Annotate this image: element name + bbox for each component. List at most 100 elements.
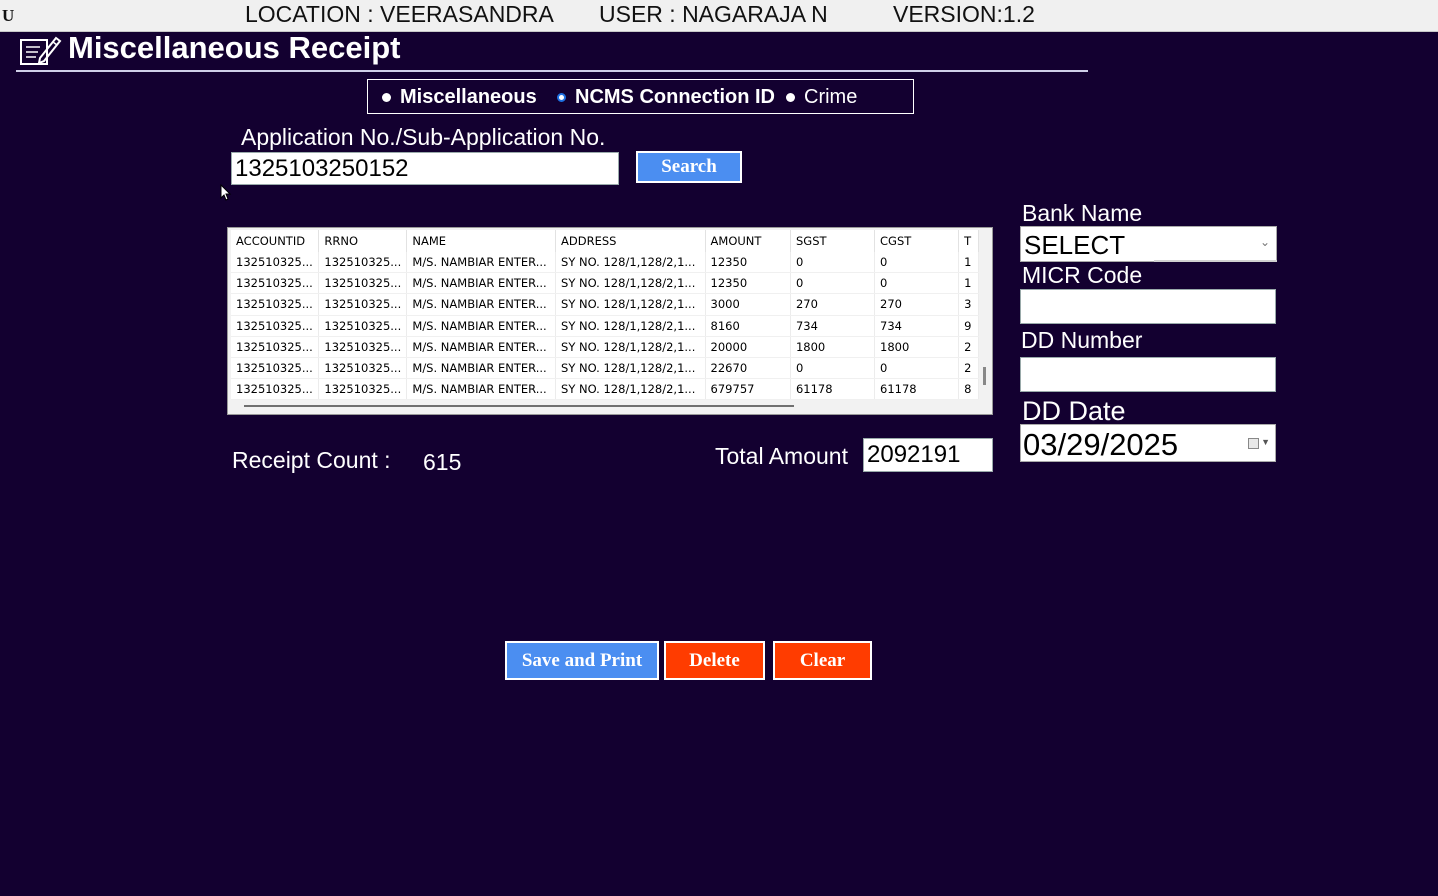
version-info: VERSION:1.2 [893,1,1035,27]
dd-number-label: DD Number [1021,327,1143,353]
table-cell: 8 [958,378,979,400]
delete-button[interactable]: Delete [664,641,765,680]
column-header[interactable]: ADDRESS [555,230,706,252]
table-cell: 1800 [790,336,876,358]
grid-header-row: ACCOUNTID RRNO NAME ADDRESS AMOUNT SGST … [231,230,979,252]
table-cell: 0 [790,357,876,380]
table-cell: 20000 [705,336,791,358]
table-cell: 132510325... [231,293,320,316]
table-cell: 132510325... [231,357,320,380]
radio-dot-icon [786,93,795,102]
table-cell: 132510325... [318,336,408,358]
save-and-print-button[interactable]: Save and Print [505,641,659,680]
table-cell: 132510325... [318,293,408,316]
grid-viewport: ACCOUNTID RRNO NAME ADDRESS AMOUNT SGST … [231,230,979,400]
column-header[interactable]: T [958,230,979,252]
micr-code-input[interactable] [1020,289,1276,324]
table-cell: 61178 [790,378,876,400]
table-cell: 132510325... [318,357,408,380]
column-header[interactable]: CGST [874,230,960,252]
receipt-data-grid[interactable]: ACCOUNTID RRNO NAME ADDRESS AMOUNT SGST … [227,227,993,415]
table-cell: 132510325... [231,272,320,295]
table-cell: 0 [874,272,960,295]
micr-code-label: MICR Code [1022,262,1143,288]
table-cell: 132510325... [231,252,320,274]
page-header: Miscellaneous Receipt [16,30,1088,72]
radio-crime[interactable]: Crime [786,86,857,109]
radio-label: NCMS Connection ID [575,86,775,108]
table-cell: M/S. NAMBIAR ENTER... [406,272,557,295]
table-cell: 734 [790,315,876,337]
table-row[interactable]: 132510325... 132510325... M/S. NAMBIAR ENT… [231,378,979,400]
table-cell: M/S. NAMBIAR ENTER... [406,336,557,358]
table-cell: 1 [958,252,979,274]
top-info-bar: U LOCATION : VEERASANDRA USER : NAGARAJA… [0,0,1438,32]
table-cell: 0 [790,272,876,295]
column-header[interactable]: NAME [406,230,557,252]
table-cell: 2 [958,336,979,358]
receipt-count-value: 615 [423,449,462,475]
table-cell: SY NO. 128/1,128/2,1... [555,293,706,316]
table-cell: M/S. NAMBIAR ENTER... [406,293,557,316]
table-cell: 270 [790,293,876,316]
table-row[interactable]: 132510325... 132510325... M/S. NAMBIAR ENT… [231,357,979,380]
table-cell: M/S. NAMBIAR ENTER... [406,315,557,337]
table-cell: 132510325... [318,252,408,274]
column-header[interactable]: AMOUNT [705,230,791,252]
table-cell: 132510325... [318,272,408,295]
table-cell: 132510325... [318,315,408,337]
table-cell: 61178 [874,378,960,400]
dd-date-value: 03/29/2025 [1023,427,1179,462]
grid-table: ACCOUNTID RRNO NAME ADDRESS AMOUNT SGST … [231,230,979,400]
table-row[interactable]: 132510325... 132510325... M/S. NAMBIAR ENT… [231,293,979,316]
radio-miscellaneous[interactable]: Miscellaneous [382,86,537,109]
application-no-input[interactable] [231,152,619,185]
bank-name-select[interactable]: SELECT ⌄ [1020,226,1277,262]
table-cell: 734 [874,315,960,337]
total-amount-label: Total Amount [715,443,848,469]
radio-ncms-connection-id[interactable]: NCMS Connection ID [557,86,775,109]
table-cell: SY NO. 128/1,128/2,1... [555,315,706,337]
table-cell: 132510325... [231,315,320,337]
radio-dot-icon [382,93,391,102]
page-title: Miscellaneous Receipt [68,30,401,65]
table-cell: 2 [958,357,979,380]
table-cell: 22670 [705,357,791,380]
horizontal-scrollbar[interactable] [244,405,794,407]
column-header[interactable]: ACCOUNTID [231,230,320,252]
mouse-pointer-icon [220,184,232,201]
table-cell: M/S. NAMBIAR ENTER... [406,252,557,274]
table-row[interactable]: 132510325... 132510325... M/S. NAMBIAR ENT… [231,315,979,337]
bank-name-label: Bank Name [1022,200,1143,226]
calendar-icon[interactable] [1248,438,1259,449]
location-info: LOCATION : VEERASANDRA [245,1,554,27]
dd-date-picker[interactable]: 03/29/2025 ▼ [1020,424,1276,462]
table-cell: 12350 [705,272,791,295]
column-header[interactable]: SGST [790,230,876,252]
vertical-scrollbar[interactable] [983,367,986,385]
radio-label: Crime [804,86,858,108]
table-row[interactable]: 132510325... 132510325... M/S. NAMBIAR ENT… [231,336,979,358]
table-cell: 132510325... [231,378,320,400]
table-row[interactable]: 132510325... 132510325... M/S. NAMBIAR ENT… [231,272,979,295]
table-cell: 0 [874,357,960,380]
receipt-type-group: Miscellaneous NCMS Connection ID Crime [367,79,914,114]
column-header[interactable]: RRNO [318,230,408,252]
table-cell: 8160 [705,315,791,337]
search-button[interactable]: Search [636,151,742,183]
dd-number-input[interactable] [1020,357,1276,392]
clear-button[interactable]: Clear [773,641,872,680]
table-cell: SY NO. 128/1,128/2,1... [555,272,706,295]
edit-document-icon [20,36,62,65]
table-cell: 12350 [705,252,791,274]
table-cell: SY NO. 128/1,128/2,1... [555,252,706,274]
table-cell: 679757 [705,378,791,400]
chevron-down-icon[interactable]: ⌄ [1260,235,1270,249]
table-cell: SY NO. 128/1,128/2,1... [555,357,706,380]
table-row[interactable]: 132510325... 132510325... M/S. NAMBIAR ENT… [231,252,979,274]
dropdown-arrow-icon[interactable]: ▼ [1261,437,1270,447]
table-cell: 1800 [874,336,960,358]
table-cell: 132510325... [231,336,320,358]
app-prefix: U [2,6,15,25]
total-amount-field[interactable] [863,438,993,472]
